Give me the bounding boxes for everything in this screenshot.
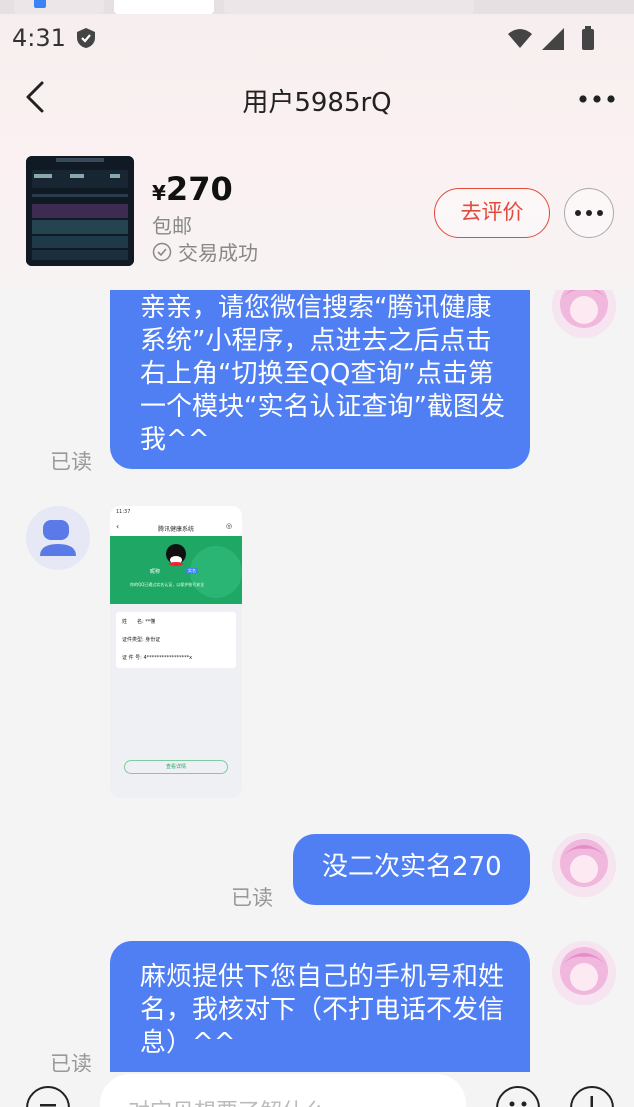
currency-symbol: ¥ — [152, 181, 166, 205]
buyer-avatar[interactable] — [26, 506, 90, 570]
shipping-label: 包邮 — [152, 214, 192, 238]
qq-penguin-icon — [166, 544, 242, 598]
emoji-face-icon — [509, 1101, 527, 1107]
product-image — [26, 156, 134, 266]
screenshot-back-icon: ‹ — [116, 522, 120, 531]
screenshot-row: 证件类型: 身份证 — [122, 637, 161, 643]
browser-tab[interactable] — [224, 0, 474, 14]
price-amount: 270 — [165, 170, 233, 208]
seller-avatar[interactable] — [552, 833, 616, 897]
system-status-icons — [508, 26, 594, 50]
more-horizontal-icon[interactable] — [578, 94, 616, 104]
rate-button[interactable]: 去评价 — [434, 188, 550, 238]
order-more-button[interactable] — [564, 188, 614, 238]
message-input[interactable]: 对宝贝想要了解什么 — [100, 1074, 466, 1107]
screenshot-banner: 昵称 实名 你的QQ已通过实名认证，以保护账号安全 — [110, 536, 242, 604]
shield-icon — [77, 28, 95, 48]
menu-lines-icon — [40, 1104, 56, 1107]
screenshot-nickname: 昵称 — [150, 569, 161, 575]
message-bubble-outgoing[interactable]: 亲亲，请您微信搜索“腾讯健康系统”小程序，点进去之后点击右上角“切换至QQ查询”… — [110, 290, 530, 469]
screenshot-desc: 你的QQ已通过实名认证，以保护账号安全 — [130, 582, 205, 587]
emoji-icon[interactable] — [496, 1086, 540, 1107]
avatar-image — [552, 290, 616, 338]
browser-tab-strip — [0, 0, 634, 14]
browser-tab-active[interactable] — [114, 0, 214, 14]
screenshot-tag: 实名 — [186, 568, 198, 574]
seller-avatar[interactable] — [552, 290, 616, 338]
read-receipt: 已读 — [50, 450, 92, 474]
message-bubble-outgoing[interactable]: 没二次实名270 — [293, 834, 530, 905]
order-price: ¥270 — [152, 170, 233, 208]
status-bar: 4:31 — [0, 14, 634, 60]
screenshot-time: 11:37 — [116, 509, 131, 515]
battery-icon — [582, 29, 594, 50]
status-time: 4:31 — [12, 24, 66, 52]
avatar-image — [552, 941, 616, 1005]
user-icon — [40, 520, 76, 556]
more-horizontal-icon — [575, 210, 603, 216]
order-status: 交易成功 — [152, 237, 258, 266]
seller-avatar[interactable] — [552, 941, 616, 1005]
read-receipt: 已读 — [231, 886, 273, 910]
order-status-text: 交易成功 — [178, 241, 258, 265]
check-circle-icon — [152, 242, 172, 261]
screenshot-header: 11:37 腾讯健康系统 ‹ ◎ — [110, 506, 242, 536]
screenshot-row: 证 件 号: 4*****************x — [122, 655, 193, 661]
signal-icon — [542, 28, 564, 50]
screenshot-button: 查看详情 — [124, 760, 228, 774]
screenshot-row: 姓 名: **懂 — [122, 619, 156, 625]
plus-icon — [590, 1096, 593, 1107]
screenshot-close-icon: ◎ — [226, 522, 233, 530]
page-title: 用户5985rQ — [242, 88, 392, 118]
wifi-icon — [508, 29, 532, 48]
screenshot-info-card: 姓 名: **懂 证件类型: 身份证 证 件 号: 4*************… — [116, 612, 236, 668]
screenshot-app-title: 腾讯健康系统 — [158, 526, 195, 533]
tab-favicon-icon — [34, 0, 46, 8]
product-thumbnail[interactable] — [26, 156, 134, 266]
menu-circle-icon[interactable] — [26, 1086, 70, 1107]
chat-area[interactable]: 亲亲，请您微信搜索“腾讯健康系统”小程序，点进去之后点击右上角“切换至QQ查询”… — [0, 290, 634, 1107]
browser-tab[interactable] — [14, 0, 104, 14]
image-message[interactable]: 11:37 腾讯健康系统 ‹ ◎ 昵称 实名 你的QQ已通过实名认证，以保护账号… — [110, 506, 242, 798]
avatar-image — [552, 833, 616, 897]
plus-circle-icon[interactable] — [570, 1086, 614, 1107]
